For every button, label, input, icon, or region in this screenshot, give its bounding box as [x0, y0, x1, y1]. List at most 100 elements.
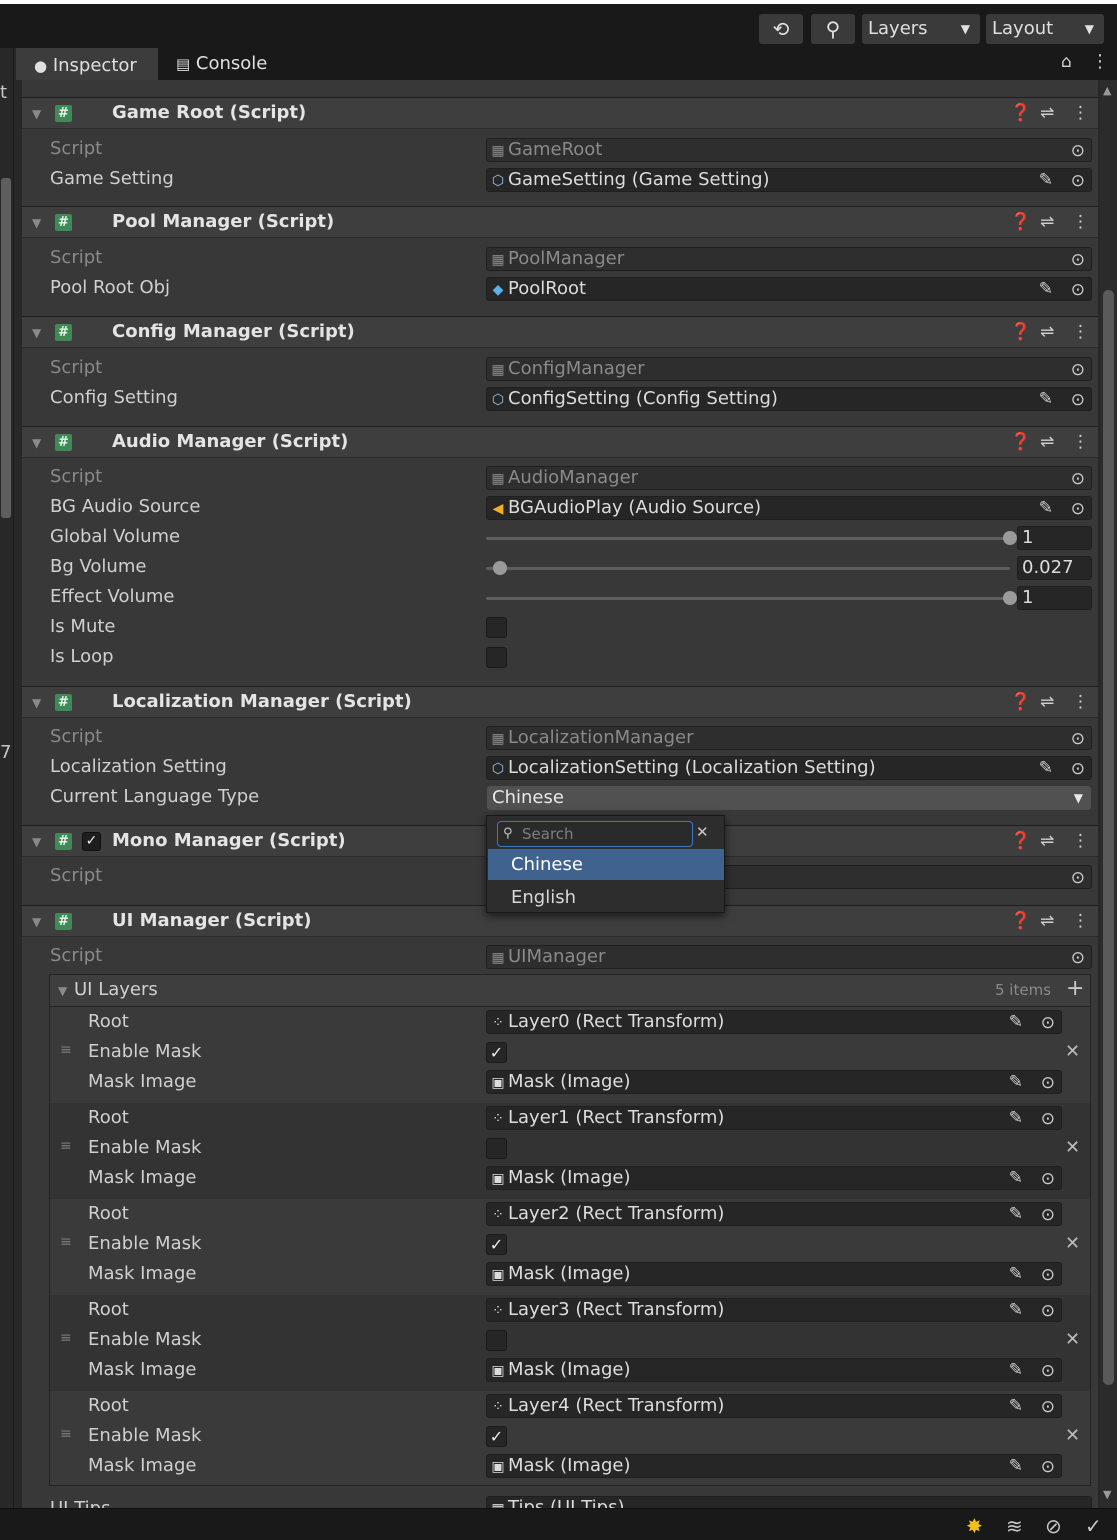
mask-image-field[interactable]: ▣ Mask (Image) ✎ ⊙	[486, 1166, 1062, 1190]
object-picker-icon[interactable]: ⊙	[1071, 170, 1085, 191]
mask-image-field[interactable]: ▣ Mask (Image) ✎ ⊙	[486, 1070, 1062, 1094]
object-picker-icon[interactable]: ⊙	[1071, 498, 1085, 519]
tab-console[interactable]: ▤ Console	[176, 48, 306, 80]
remove-element-icon[interactable]: ✕	[1065, 1425, 1080, 1446]
more-icon[interactable]: ⋮	[1072, 212, 1089, 232]
effect-volume-slider[interactable]	[486, 597, 1010, 600]
fold-arrow-icon[interactable]: ▼	[32, 696, 41, 710]
more-icon[interactable]: ⋮	[1072, 831, 1089, 851]
more-icon[interactable]: ⋮	[1091, 51, 1109, 72]
edit-icon[interactable]: ✎	[1009, 1011, 1023, 1033]
help-icon[interactable]: ❓	[1010, 322, 1031, 342]
object-picker-icon[interactable]: ⊙	[1041, 1108, 1055, 1129]
component-header-audio-manager[interactable]: ▼ # Audio Manager (Script) ❓ ⇌ ⋮	[22, 426, 1098, 458]
enable-mask-checkbox[interactable]	[486, 1138, 507, 1159]
component-header-config-manager[interactable]: ▼ # Config Manager (Script) ❓ ⇌ ⋮	[22, 316, 1098, 348]
fold-arrow-icon[interactable]: ▼	[32, 326, 41, 340]
layer-root-field[interactable]: ⁘ Layer2 (Rect Transform) ✎ ⊙	[486, 1202, 1062, 1226]
search-button[interactable]: ⚲	[811, 14, 855, 44]
edit-icon[interactable]: ✎	[1039, 278, 1053, 300]
effect-volume-input[interactable]: 1	[1017, 586, 1092, 610]
drag-handle-icon[interactable]: ≡	[60, 1139, 80, 1153]
status-ok-icon[interactable]: ✓	[1085, 1514, 1102, 1538]
preset-icon[interactable]: ⇌	[1040, 212, 1054, 232]
global-volume-input[interactable]: 1	[1017, 526, 1092, 550]
help-icon[interactable]: ❓	[1010, 692, 1031, 712]
layer-root-field[interactable]: ⁘ Layer0 (Rect Transform) ✎ ⊙	[486, 1010, 1062, 1034]
bug-icon[interactable]: ✸	[966, 1514, 983, 1538]
layer-root-field[interactable]: ⁘ Layer1 (Rect Transform) ✎ ⊙	[486, 1106, 1062, 1130]
preset-icon[interactable]: ⇌	[1040, 911, 1054, 931]
remove-element-icon[interactable]: ✕	[1065, 1137, 1080, 1158]
object-picker-icon[interactable]: ⊙	[1071, 279, 1085, 300]
cache-server-icon[interactable]: ≋	[1006, 1514, 1023, 1538]
preset-icon[interactable]: ⇌	[1040, 322, 1054, 342]
object-picker-icon[interactable]: ⊙	[1041, 1168, 1055, 1189]
component-header-game-root[interactable]: ▼ # Game Root (Script) ❓ ⇌ ⋮	[22, 97, 1098, 129]
object-picker-icon[interactable]: ⊙	[1071, 389, 1085, 410]
history-button[interactable]: ⟲	[759, 14, 803, 44]
edit-icon[interactable]: ✎	[1009, 1107, 1023, 1129]
object-picker-icon[interactable]: ⊙	[1041, 1396, 1055, 1417]
language-option-chinese[interactable]: Chinese	[488, 849, 724, 880]
is-loop-checkbox[interactable]	[486, 647, 507, 668]
edit-icon[interactable]: ✎	[1039, 388, 1053, 410]
add-icon[interactable]: +	[1066, 976, 1084, 1001]
object-picker-icon[interactable]: ⊙	[1041, 1456, 1055, 1477]
list-header[interactable]: ▼ UI Layers 5 items +	[50, 975, 1090, 1007]
mask-image-field[interactable]: ▣ Mask (Image) ✎ ⊙	[486, 1454, 1062, 1478]
preset-icon[interactable]: ⇌	[1040, 692, 1054, 712]
object-picker-icon[interactable]: ⊙	[1041, 1360, 1055, 1381]
help-icon[interactable]: ❓	[1010, 831, 1031, 851]
bg-volume-slider[interactable]	[486, 567, 1010, 570]
localization-setting-field[interactable]: ⬡ LocalizationSetting (Localization Setti…	[486, 756, 1092, 780]
lock-icon[interactable]: ⌂	[1061, 52, 1072, 72]
close-icon[interactable]: ✕	[696, 823, 709, 841]
preset-icon[interactable]: ⇌	[1040, 432, 1054, 452]
effect-volume-knob[interactable]	[1003, 591, 1017, 605]
more-icon[interactable]: ⋮	[1072, 911, 1089, 931]
preset-icon[interactable]: ⇌	[1040, 103, 1054, 123]
drag-handle-icon[interactable]: ≡	[60, 1235, 80, 1249]
object-picker-icon[interactable]: ⊙	[1041, 1072, 1055, 1093]
edit-icon[interactable]: ✎	[1039, 497, 1053, 519]
edit-icon[interactable]: ✎	[1009, 1263, 1023, 1285]
remove-element-icon[interactable]: ✕	[1065, 1233, 1080, 1254]
mask-image-field[interactable]: ▣ Mask (Image) ✎ ⊙	[486, 1358, 1062, 1382]
fold-arrow-icon[interactable]: ▼	[32, 835, 41, 849]
network-off-icon[interactable]: ⊘	[1045, 1514, 1062, 1538]
edit-icon[interactable]: ✎	[1009, 1395, 1023, 1417]
layout-dropdown[interactable]: Layout ▼	[986, 14, 1104, 44]
help-icon[interactable]: ❓	[1010, 911, 1031, 931]
edit-icon[interactable]: ✎	[1009, 1167, 1023, 1189]
edit-icon[interactable]: ✎	[1009, 1299, 1023, 1321]
remove-element-icon[interactable]: ✕	[1065, 1041, 1080, 1062]
edit-icon[interactable]: ✎	[1009, 1071, 1023, 1093]
more-icon[interactable]: ⋮	[1072, 103, 1089, 123]
is-mute-checkbox[interactable]	[486, 617, 507, 638]
ui-tips-field[interactable]: ▦Tips (UI Tips)	[486, 1496, 1092, 1508]
language-type-dropdown[interactable]: Chinese ▼	[487, 786, 1091, 810]
bg-volume-knob[interactable]	[493, 561, 508, 575]
fold-arrow-icon[interactable]: ▼	[32, 216, 41, 230]
help-icon[interactable]: ❓	[1010, 103, 1031, 123]
edit-icon[interactable]: ✎	[1039, 169, 1053, 191]
help-icon[interactable]: ❓	[1010, 212, 1031, 232]
object-picker-icon[interactable]: ⊙	[1041, 1300, 1055, 1321]
component-enabled-checkbox[interactable]: ✓	[82, 832, 101, 851]
scrollbar-thumb[interactable]	[1103, 290, 1114, 1385]
drag-handle-icon[interactable]: ≡	[60, 1043, 80, 1057]
more-icon[interactable]: ⋮	[1072, 322, 1089, 342]
drag-handle-icon[interactable]: ≡	[60, 1331, 80, 1345]
object-picker-icon[interactable]: ⊙	[1041, 1264, 1055, 1285]
object-picker-icon[interactable]: ⊙	[1041, 1204, 1055, 1225]
bg-audio-source-field[interactable]: ◀ BGAudioPlay (Audio Source) ✎ ⊙	[486, 496, 1092, 520]
scroll-down-icon[interactable]: ▼	[1103, 1488, 1111, 1501]
drag-handle-icon[interactable]: ≡	[60, 1427, 80, 1441]
enable-mask-checkbox[interactable]: ✓	[486, 1234, 507, 1255]
remove-element-icon[interactable]: ✕	[1065, 1329, 1080, 1350]
enable-mask-checkbox[interactable]: ✓	[486, 1042, 507, 1063]
fold-arrow-icon[interactable]: ▼	[32, 436, 41, 450]
edit-icon[interactable]: ✎	[1039, 757, 1053, 779]
inspector-scrollbar[interactable]: ▲ ▼	[1100, 80, 1117, 1508]
